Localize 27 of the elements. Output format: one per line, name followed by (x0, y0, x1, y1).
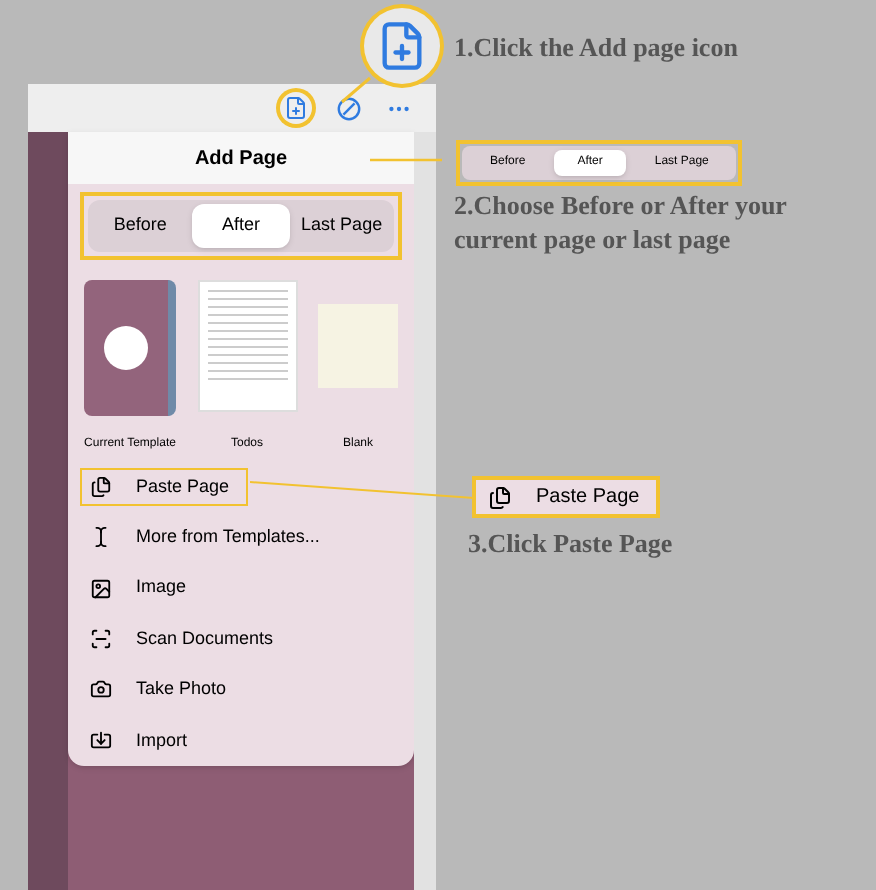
import-icon (90, 729, 112, 752)
camera-icon (90, 678, 112, 701)
paste-icon (488, 485, 512, 509)
add-page-icon[interactable] (280, 92, 312, 124)
templates-icon (90, 526, 112, 549)
menu-item[interactable]: Scan Documents (80, 619, 292, 659)
lined-page-thumbnail (197, 279, 297, 412)
step-text: 2.Choose Before or After your current page or last page (454, 188, 789, 256)
menu-item[interactable]: Image (80, 568, 205, 608)
menu-item[interactable]: More from Templates... (80, 518, 338, 557)
callout-label: Paste Page (536, 484, 640, 512)
paste-icon (90, 475, 112, 498)
scan-icon (90, 628, 112, 651)
leader-line (340, 76, 372, 104)
leader-line (370, 158, 442, 162)
menu-item[interactable]: Paste Page (80, 467, 248, 507)
position-tab[interactable]: After (192, 204, 290, 248)
menu-item[interactable]: Take Photo (80, 670, 245, 710)
popover-title: Add Page (68, 132, 414, 185)
position-tab[interactable]: Last Page (293, 204, 390, 248)
image-icon (90, 577, 112, 600)
pencil-circle-icon[interactable] (336, 95, 362, 121)
menu-item[interactable]: Import (80, 721, 206, 761)
cover-thumbnail (84, 279, 176, 416)
step-text: 1.Click the Add page icon (454, 30, 738, 66)
position-tab[interactable]: Before (92, 204, 189, 248)
step-text: 3.Click Paste Page (468, 526, 673, 562)
